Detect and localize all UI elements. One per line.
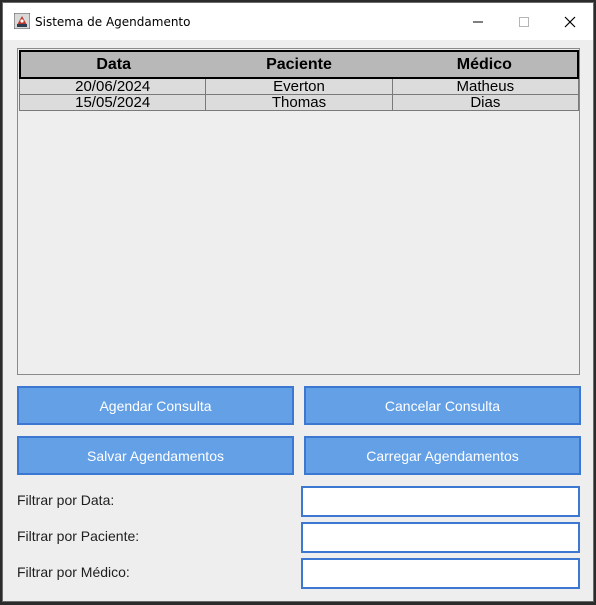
filter-data-label: Filtrar por Data: [17, 492, 115, 508]
carregar-agendamentos-button[interactable]: Carregar Agendamentos [304, 436, 581, 475]
table-cell-data[interactable]: 20/06/2024 [19, 79, 207, 94]
filter-paciente-input[interactable] [301, 522, 580, 553]
java-app-icon [14, 13, 30, 29]
salvar-agendamentos-button[interactable]: Salvar Agendamentos [17, 436, 294, 475]
table-row[interactable]: 20/06/2024 Everton Matheus [19, 79, 579, 95]
agendar-consulta-button[interactable]: Agendar Consulta [17, 386, 294, 425]
table-cell-medico[interactable]: Dias [393, 95, 579, 110]
close-icon [564, 16, 576, 27]
window-title: Sistema de Agendamento [35, 15, 191, 29]
filter-data-input[interactable] [301, 486, 580, 517]
table-cell-paciente[interactable]: Thomas [206, 95, 393, 110]
column-header-medico[interactable]: Médico [392, 52, 577, 77]
table-cell-medico[interactable]: Matheus [393, 79, 579, 94]
column-header-paciente[interactable]: Paciente [206, 52, 391, 77]
table-row[interactable]: 15/05/2024 Thomas Dias [19, 95, 579, 111]
minimize-button[interactable] [455, 3, 501, 40]
table-cell-data[interactable]: 15/05/2024 [19, 95, 207, 110]
table-body: 20/06/2024 Everton Matheus 15/05/2024 Th… [19, 79, 579, 111]
filter-medico-label: Filtrar por Médico: [17, 564, 130, 580]
maximize-icon [519, 16, 529, 27]
filter-paciente-label: Filtrar por Paciente: [17, 528, 140, 544]
appointments-table[interactable]: Data Paciente Médico 20/06/2024 Everton … [17, 48, 580, 375]
column-header-data[interactable]: Data [21, 52, 206, 77]
filter-medico-input[interactable] [301, 558, 580, 589]
app-window: Sistema de Agendamento Data Paciente Méd… [2, 2, 594, 602]
table-header[interactable]: Data Paciente Médico [19, 50, 579, 79]
close-button[interactable] [547, 3, 593, 40]
cancelar-consulta-button[interactable]: Cancelar Consulta [304, 386, 581, 425]
minimize-icon [473, 21, 483, 22]
table-cell-paciente[interactable]: Everton [206, 79, 393, 94]
title-bar[interactable]: Sistema de Agendamento [3, 3, 593, 40]
maximize-button[interactable] [501, 3, 547, 40]
